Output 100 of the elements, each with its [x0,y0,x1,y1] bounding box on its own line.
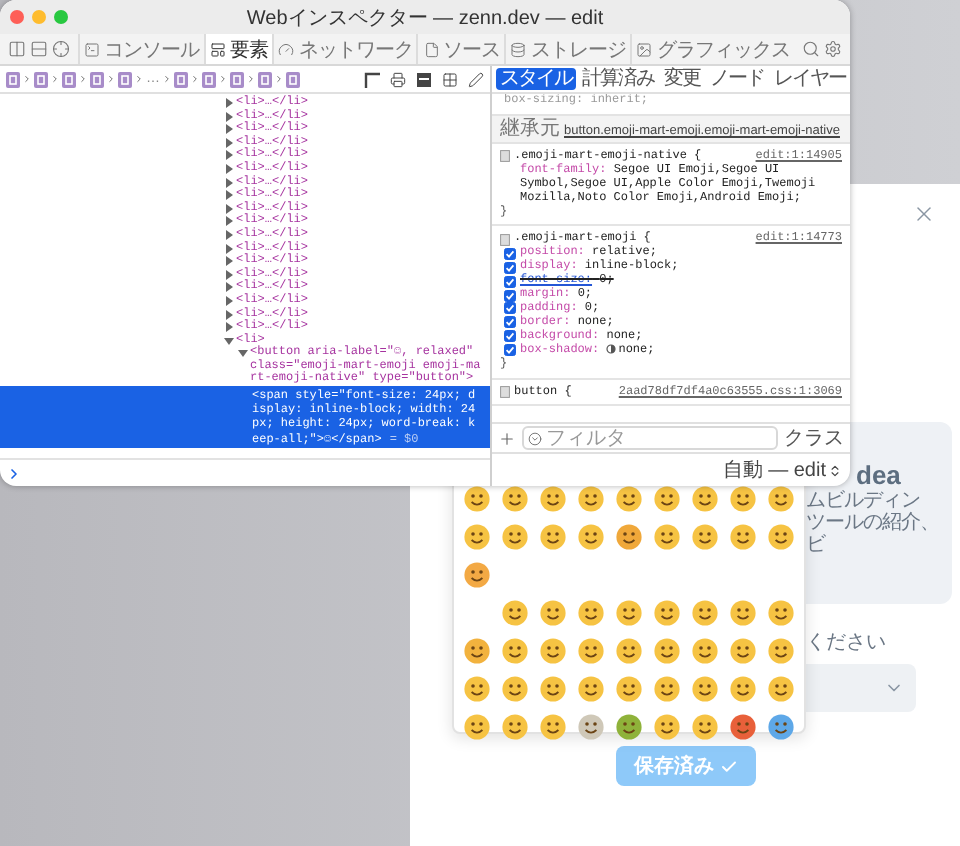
emoji-icon[interactable] [730,486,756,512]
close-button[interactable] [10,10,24,24]
emoji-icon[interactable] [540,600,566,626]
search-icon[interactable] [801,40,820,58]
class-button[interactable]: クラス [784,424,844,452]
emoji-icon[interactable] [616,676,642,702]
collapsed-triangle-icon[interactable] [224,309,234,319]
checkbox[interactable] [504,316,516,329]
emoji-icon[interactable] [540,524,566,550]
emoji-icon[interactable] [768,486,794,512]
collapsed-triangle-icon[interactable] [224,243,234,254]
emoji-icon[interactable] [768,714,794,740]
collapsed-triangle-icon[interactable] [224,111,234,122]
collapsed-triangle-icon[interactable] [224,282,234,293]
shadow-icon[interactable] [606,343,617,354]
square-icon[interactable] [416,71,432,87]
pen-icon[interactable] [468,71,484,87]
emoji-icon[interactable] [616,486,642,512]
collapsed-triangle-icon[interactable] [224,124,234,135]
emoji-icon[interactable] [768,600,794,626]
emoji-icon[interactable] [578,486,604,512]
checkbox[interactable] [504,261,516,274]
tab[interactable]: グラフィックス [630,34,794,64]
emoji-icon[interactable] [502,676,528,702]
collapsed-triangle-icon[interactable] [224,322,234,333]
emoji-icon[interactable] [616,524,642,550]
expanded-triangle-icon[interactable] [238,348,248,359]
sidebar-tab[interactable]: 計算済み [578,68,658,90]
collapsed-triangle-icon[interactable] [224,295,234,306]
crosshair-icon[interactable] [52,40,70,58]
emoji-icon[interactable] [464,524,490,550]
sidebar-tab[interactable]: ノード [706,68,768,90]
tab[interactable]: 要素 [203,34,273,64]
emoji-icon[interactable] [578,714,604,740]
tab[interactable]: ネットワーク [272,34,417,64]
collapsed-triangle-icon[interactable] [224,190,234,201]
corner-icon[interactable] [364,71,380,87]
checkbox[interactable] [504,275,516,288]
sidebar-tab[interactable]: 変更 [660,68,704,90]
emoji-icon[interactable] [502,714,528,740]
emoji-icon[interactable] [502,486,528,512]
collapsed-triangle-icon[interactable] [224,137,234,148]
emoji-icon[interactable] [692,638,718,664]
collapsed-triangle-icon[interactable] [224,177,234,188]
emoji-icon[interactable] [692,524,718,550]
emoji-icon[interactable] [654,676,680,702]
sidebar-tab[interactable]: スタイル [496,68,576,90]
checkbox[interactable] [504,344,516,357]
emoji-icon[interactable] [692,714,718,740]
emoji-icon[interactable] [502,600,528,626]
emoji-icon[interactable] [540,486,566,512]
emoji-icon[interactable] [730,600,756,626]
emoji-icon[interactable] [654,600,680,626]
emoji-icon[interactable] [578,600,604,626]
tab[interactable]: ストレージ [504,34,631,64]
sidebar-tab[interactable]: レイヤー [770,68,850,90]
emoji-icon[interactable] [464,676,490,702]
emoji-icon[interactable] [692,676,718,702]
emoji-icon[interactable] [540,638,566,664]
filter-field[interactable]: フィルタ [522,426,778,450]
emoji-icon[interactable] [578,676,604,702]
emoji-icon[interactable] [768,638,794,664]
emoji-icon[interactable] [654,714,680,740]
emoji-icon[interactable] [730,676,756,702]
emoji-icon[interactable] [692,600,718,626]
emoji-icon[interactable] [578,638,604,664]
emoji-icon[interactable] [616,600,642,626]
checkbox[interactable] [504,330,516,343]
emoji-icon[interactable] [502,638,528,664]
emoji-icon[interactable] [692,486,718,512]
emoji-icon[interactable] [768,676,794,702]
target-selector[interactable]: 自動 — edit [722,456,842,484]
emoji-icon[interactable] [616,638,642,664]
emoji-icon[interactable] [654,638,680,664]
collapsed-triangle-icon[interactable] [224,229,234,240]
emoji-icon[interactable] [616,714,642,740]
emoji-icon[interactable] [654,524,680,550]
collapsed-triangle-icon[interactable] [224,150,234,161]
emoji-icon[interactable] [730,638,756,664]
emoji-icon[interactable] [464,486,490,512]
emoji-icon[interactable] [540,676,566,702]
emoji-icon[interactable] [654,486,680,512]
emoji-icon[interactable] [730,714,756,740]
close-icon[interactable] [912,202,936,226]
collapsed-triangle-icon[interactable] [224,163,234,174]
tab[interactable]: ソース [416,34,505,64]
emoji-icon[interactable] [540,714,566,740]
collapsed-triangle-icon[interactable] [224,256,234,267]
collapsed-triangle-icon[interactable] [224,203,234,214]
settings-icon[interactable] [823,40,842,58]
collapsed-triangle-icon[interactable] [224,98,234,108]
columns-icon[interactable] [8,40,26,58]
checkbox[interactable] [504,247,516,260]
checkbox[interactable] [504,302,516,315]
emoji-icon[interactable] [730,524,756,550]
collapsed-triangle-icon[interactable] [224,216,234,227]
printer-icon[interactable] [390,71,406,87]
emoji-icon[interactable] [464,638,490,664]
emoji-icon[interactable] [578,524,604,550]
emoji-icon[interactable] [502,524,528,550]
